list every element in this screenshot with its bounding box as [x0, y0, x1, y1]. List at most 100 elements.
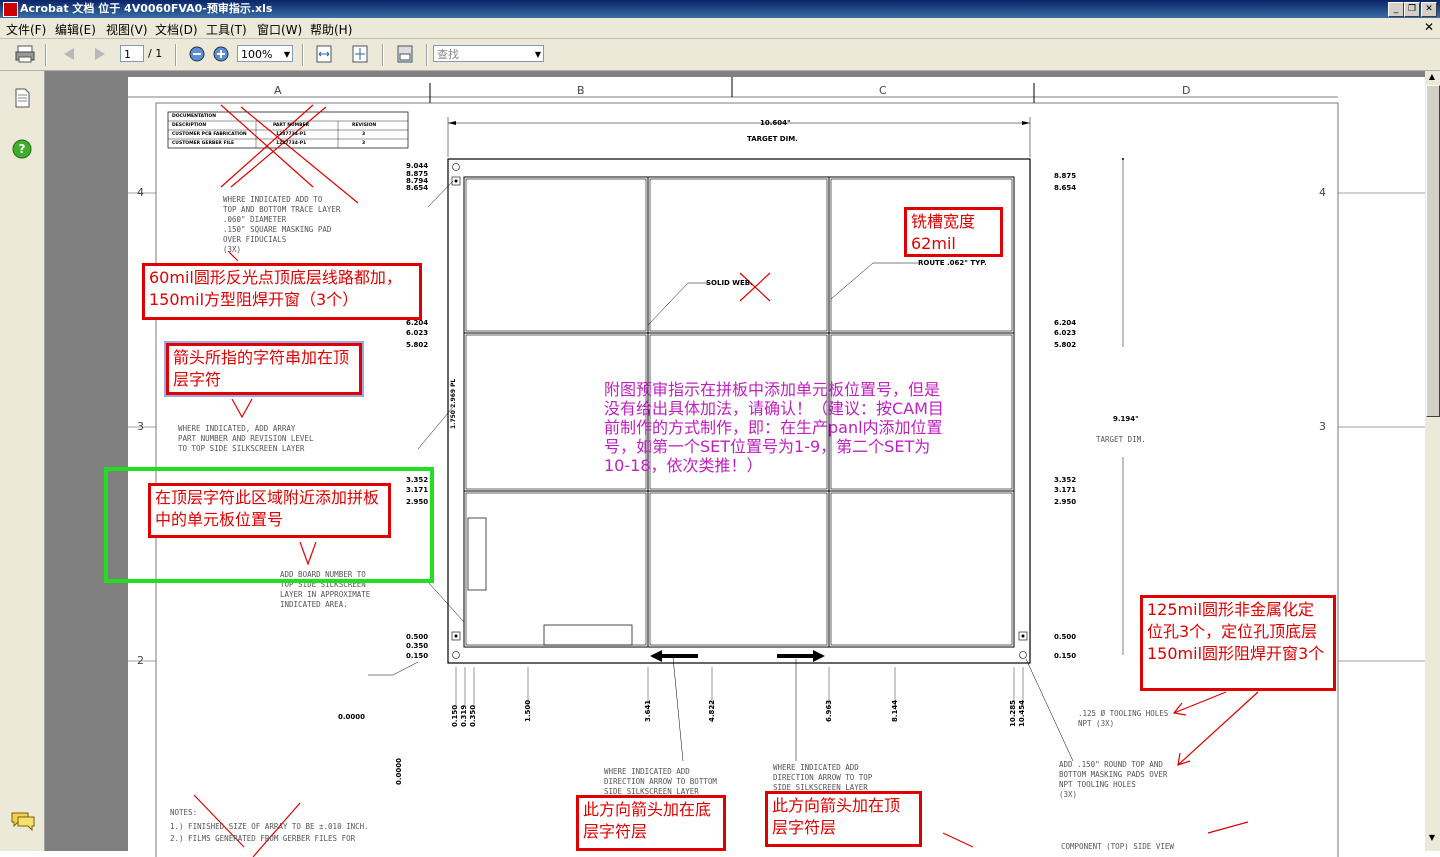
menu-tools[interactable]: 工具(T) — [206, 21, 247, 38]
origin-x: 0.0000 — [338, 713, 366, 721]
right-dim: 6.204 — [1054, 319, 1077, 327]
title-block-cell: 1287734-P1 — [276, 132, 307, 137]
height-dimension: 9.194" — [1113, 415, 1139, 423]
previous-page-icon[interactable] — [58, 44, 80, 64]
print-icon[interactable] — [14, 44, 36, 64]
restore-button[interactable]: ❐ — [1404, 2, 1420, 17]
scroll-down-icon[interactable]: ▼ — [1426, 833, 1438, 845]
title-block-cell: DESCRIPTION — [172, 123, 207, 128]
comments-icon[interactable] — [10, 811, 36, 831]
left-dim: 0.150 — [406, 652, 429, 660]
bottom-dim: 4.822 — [708, 699, 716, 722]
left-dim: 9.044 — [406, 162, 429, 170]
menu-edit[interactable]: 编辑(E) — [55, 21, 96, 38]
width-dimension: 10.604" — [760, 119, 791, 127]
right-dim: 5.802 — [1054, 341, 1077, 349]
bottom-dim: 1.500 — [524, 699, 532, 722]
notes-title: NOTES: — [170, 808, 198, 817]
help-icon[interactable]: ? — [11, 138, 33, 160]
toolbar-separator — [302, 44, 304, 66]
bottom-dim: 0.150 — [451, 704, 459, 727]
right-dim: 3.352 — [1054, 476, 1077, 484]
top-arrow-annotation[interactable]: 此方向箭头加在顶层字符层 — [765, 791, 922, 847]
left-dim: 0.500 — [406, 633, 429, 641]
tooling-holes-annotation[interactable]: 125mil圆形非金属化定位孔3个，定位孔顶底层150mil圆形阻焊开窗3个 — [1140, 595, 1336, 691]
title-block-cell: PART NUMBER — [273, 123, 310, 128]
chevron-down-icon: ▼ — [283, 50, 290, 59]
acrobat-icon — [3, 2, 18, 17]
vertical-scrollbar[interactable]: ▲ ▼ — [1425, 71, 1440, 851]
menu-view[interactable]: 视图(V) — [106, 21, 148, 38]
top-arrow-note: WHERE INDICATED ADD DIRECTION ARROW TO T… — [773, 763, 873, 792]
window-title: Acrobat 文档 位于 4V0060FVA0-预审指示.xls — [20, 2, 273, 15]
bottom-dim: 10.285 — [1009, 699, 1017, 727]
menu-help[interactable]: 帮助(H) — [310, 21, 352, 38]
fiducial-annotation[interactable]: 60mil圆形反光点顶底层线路都加，150mil方型阻焊开窗（3个） — [142, 263, 422, 320]
right-dim: 0.500 — [1054, 633, 1077, 641]
arrow-string-annotation[interactable]: 箭头所指的字符串加在顶层字符 — [166, 343, 362, 395]
toolbar-separator — [426, 44, 428, 66]
menu-file[interactable]: 文件(F) — [6, 21, 46, 38]
solid-web-label: SOLID WEB. — [706, 279, 753, 287]
zoom-value: 100% — [241, 48, 273, 61]
masking-pads-note: ADD .150" ROUND TOP AND BOTTOM MASKING P… — [1059, 760, 1168, 799]
title-block-cell: DOCUMENTATION — [172, 114, 217, 119]
toolbar: 1 / 1 100% ▼ 查找 ▼ — [0, 39, 1440, 71]
zoom-level-select[interactable]: 100% ▼ — [237, 45, 293, 62]
page-total: / 1 — [148, 47, 163, 60]
title-block-cell: 3 — [362, 132, 366, 137]
left-dim: 5.802 — [406, 341, 429, 349]
bottom-dim: 8.144 — [891, 699, 899, 722]
title-block-cell: 1287734-P1 — [276, 141, 307, 146]
chevron-down-icon: ▼ — [534, 50, 541, 59]
right-dim: 3.171 — [1054, 486, 1077, 494]
bottom-arrow-annotation[interactable]: 此方向箭头加在底层字符层 — [576, 795, 726, 851]
title-block-cell: 3 — [362, 141, 366, 146]
fit-width-icon[interactable] — [313, 44, 335, 64]
note-2: 2.) FILMS GENERATED FROM GERBER FILES FO… — [170, 834, 356, 843]
save-icon[interactable] — [394, 44, 416, 64]
page-number-input[interactable]: 1 — [120, 45, 144, 62]
toolbar-separator — [45, 44, 47, 66]
menu-window[interactable]: 窗口(W) — [257, 21, 302, 38]
toolbar-separator — [382, 44, 384, 66]
right-dim: 0.150 — [1054, 652, 1077, 660]
left-dim: 6.204 — [406, 319, 429, 327]
pages-panel-icon[interactable] — [12, 87, 32, 109]
menu-document[interactable]: 文档(D) — [155, 21, 198, 38]
title-bar: Acrobat 文档 位于 4V0060FVA0-预审指示.xls _ ❐ ✕ — [0, 0, 1440, 18]
title-block-cell: CUSTOMER PCB FABRICATION — [172, 132, 247, 137]
scroll-up-icon[interactable]: ▲ — [1426, 72, 1438, 84]
question-note[interactable]: 附图预审指示在拼板中添加单元板位置号，但是没有给出具体加法，请确认！（建议：按C… — [604, 380, 948, 475]
vertical-dim-label: 1.750 2.969 PL — [450, 378, 457, 429]
minimize-button[interactable]: _ — [1388, 2, 1404, 17]
left-dim: 6.023 — [406, 329, 429, 337]
navigation-sidebar: ? — [0, 71, 45, 851]
fit-page-icon[interactable] — [349, 44, 371, 64]
close-button[interactable]: ✕ — [1421, 2, 1437, 17]
bottom-dim: 0.350 — [469, 704, 477, 727]
right-dim: 8.875 — [1054, 172, 1077, 180]
document-area: A B C D 4 4 3 3 2 2 — [45, 71, 1425, 857]
scroll-thumb[interactable] — [1426, 85, 1440, 417]
document-close-icon[interactable]: ✕ — [1424, 20, 1434, 34]
search-input[interactable]: 查找 ▼ — [433, 45, 544, 62]
menu-bar: 文件(F) 编辑(E) 视图(V) 文档(D) 工具(T) 窗口(W) 帮助(H… — [0, 18, 1440, 39]
route-label: ROUTE .062" TYP. — [918, 259, 987, 267]
zoom-in-icon[interactable] — [210, 44, 232, 64]
array-part-number-note: WHERE INDICATED, ADD ARRAY PART NUMBER A… — [178, 424, 314, 453]
title-block-cell: CUSTOMER GERBER FILE — [172, 141, 235, 146]
bottom-dim: 6.963 — [825, 699, 833, 722]
origin-y: 0.0000 — [395, 757, 403, 785]
slot-width-annotation[interactable]: 铣槽宽度62mil — [904, 207, 1003, 257]
width-dimension-label: TARGET DIM. — [747, 135, 798, 143]
bottom-dim: 3.641 — [644, 699, 652, 722]
svg-text:?: ? — [19, 142, 26, 156]
height-dimension-label: TARGET DIM. — [1096, 435, 1146, 444]
zoom-out-icon[interactable] — [186, 44, 208, 64]
right-dim: 6.023 — [1054, 329, 1077, 337]
note-1: 1.) FINISHED SIZE OF ARRAY TO BE ±.010 I… — [170, 822, 369, 831]
next-page-icon[interactable] — [89, 44, 111, 64]
board-position-annotation[interactable]: 在顶层字符此区域附近添加拼板中的单元板位置号 — [148, 483, 391, 538]
right-dim: 2.950 — [1054, 498, 1077, 506]
